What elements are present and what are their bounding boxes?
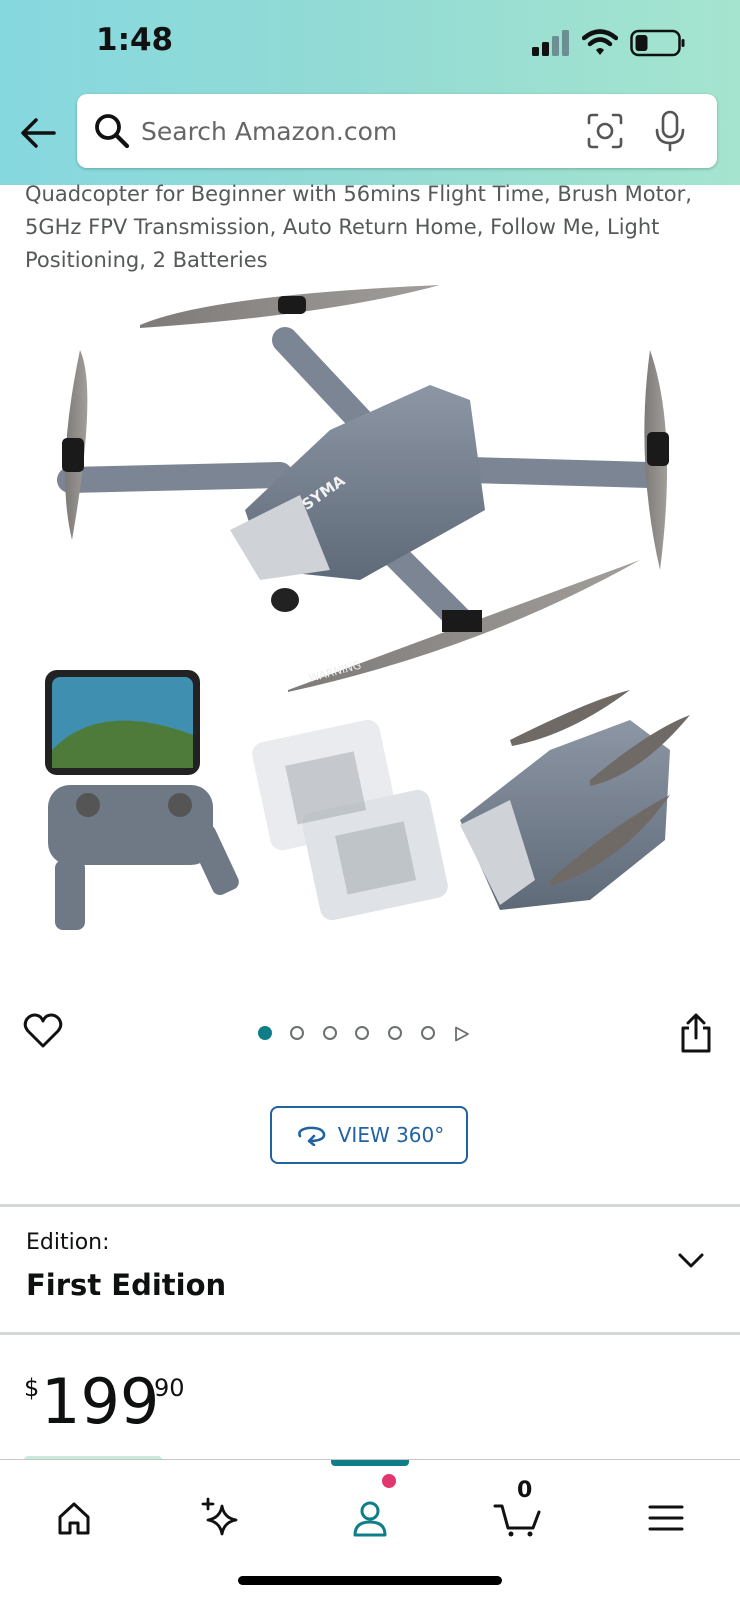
microphone-icon[interactable] <box>653 109 687 153</box>
image-dot-3[interactable] <box>323 1026 337 1040</box>
battery-icon <box>630 29 685 57</box>
nav-account[interactable] <box>340 1488 400 1548</box>
image-warning-text: WARNING <box>307 658 362 684</box>
price-symbol: $ <box>24 1374 40 1402</box>
cart-icon <box>493 1504 541 1537</box>
image-dot-4[interactable] <box>355 1026 369 1040</box>
nav-active-indicator <box>331 1460 409 1466</box>
edition-value: First Edition <box>26 1268 227 1302</box>
chevron-down-icon[interactable] <box>675 1248 707 1272</box>
nav-rufus[interactable] <box>190 1488 250 1548</box>
cart-count: 0 <box>517 1478 533 1503</box>
wishlist-heart-icon[interactable] <box>22 1010 64 1052</box>
search-icon <box>95 114 130 149</box>
image-dot-5[interactable] <box>388 1026 402 1040</box>
product-title[interactable]: Quadcopter for Beginner with 56mins Flig… <box>25 178 725 277</box>
back-arrow-icon[interactable] <box>18 112 60 154</box>
home-indicator <box>238 1576 502 1585</box>
notification-dot <box>382 1474 396 1488</box>
share-icon[interactable] <box>678 1012 714 1054</box>
image-dot-6[interactable] <box>421 1026 435 1040</box>
section-divider <box>0 1332 740 1335</box>
image-dot-1[interactable] <box>258 1026 272 1040</box>
view-360-label: VIEW 360° <box>337 1123 445 1147</box>
nav-home[interactable] <box>44 1488 104 1548</box>
price-fraction: 90 <box>154 1374 185 1402</box>
account-icon <box>353 1501 387 1537</box>
wifi-icon <box>582 29 618 55</box>
price-whole: 199 <box>41 1365 160 1438</box>
view-360-button[interactable]: VIEW 360° <box>270 1106 468 1164</box>
product-image[interactable]: SYMA WARNING <box>30 280 710 960</box>
edition-label: Edition: <box>26 1230 110 1255</box>
header: 1:48 <box>0 0 740 185</box>
image-dot-2[interactable] <box>290 1026 304 1040</box>
sparkle-icon <box>201 1497 238 1536</box>
video-play-icon[interactable] <box>454 1026 470 1042</box>
menu-icon <box>648 1505 684 1531</box>
search-input[interactable] <box>139 106 563 156</box>
search-bar[interactable] <box>77 94 717 168</box>
section-divider <box>0 1204 740 1207</box>
home-icon <box>58 1502 90 1535</box>
nav-menu[interactable] <box>636 1488 696 1548</box>
camera-search-icon[interactable] <box>585 111 625 151</box>
status-time: 1:48 <box>96 22 174 58</box>
rotate-360-icon <box>297 1126 326 1146</box>
cellular-signal-icon <box>532 30 569 56</box>
